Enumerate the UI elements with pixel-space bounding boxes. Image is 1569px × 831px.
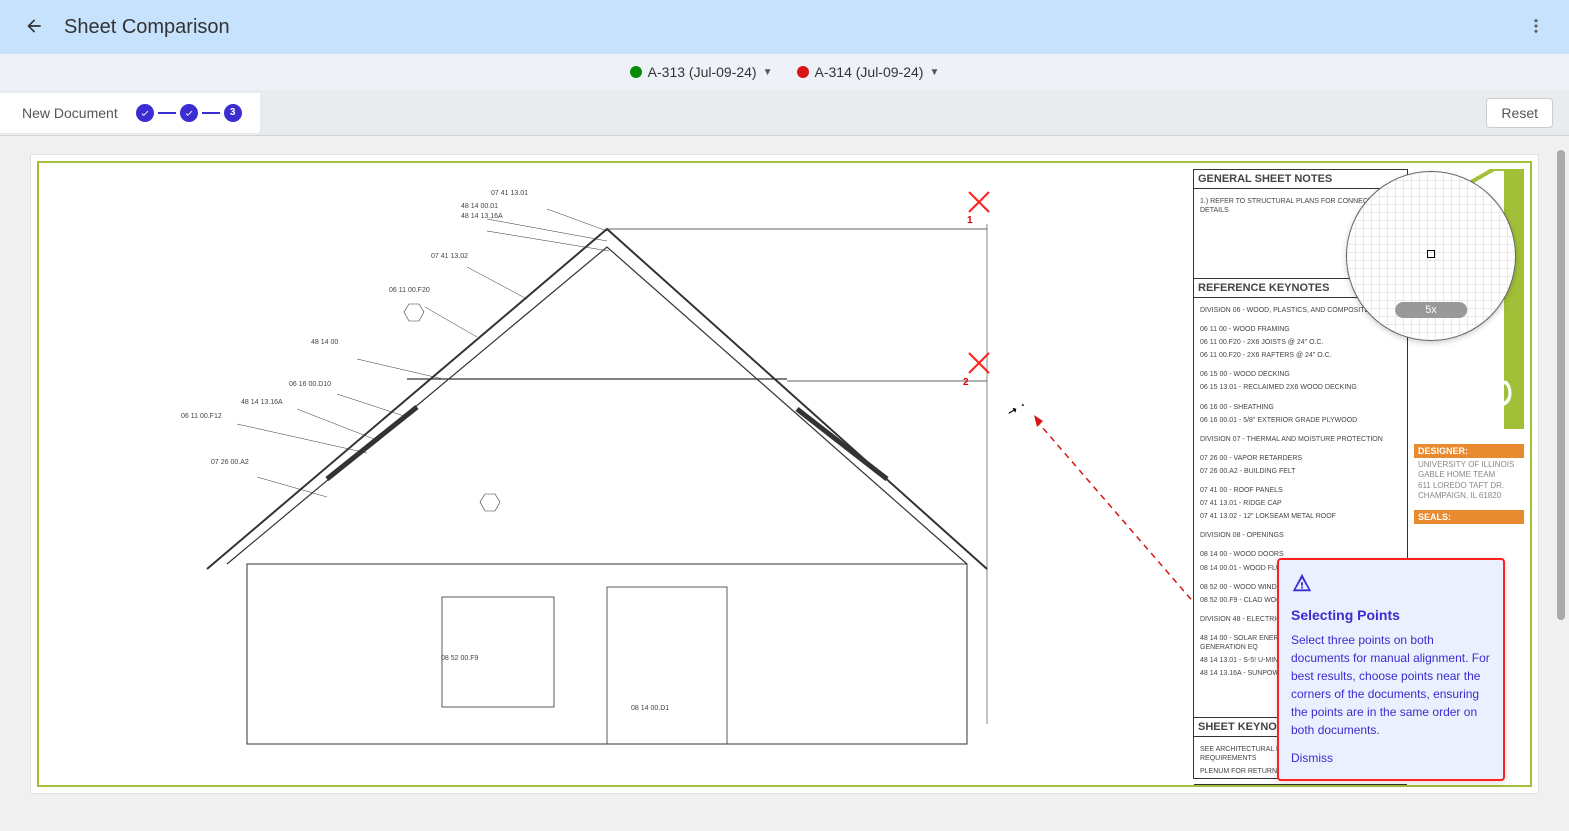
chevron-down-icon: ▼ (763, 67, 773, 78)
callout: 06 16 00.D10 (289, 381, 331, 388)
callout: 08 52 00.F9 (441, 655, 478, 662)
canvas[interactable]: U T S R Q P N M L K J H G F (30, 154, 1539, 794)
document-label: New Document (22, 105, 118, 121)
alignment-point-2[interactable] (967, 351, 991, 375)
dot-icon (630, 66, 642, 78)
back-button[interactable] (16, 8, 52, 47)
callout: 48 14 13.16A (241, 399, 283, 406)
callout: 07 41 13.02 (431, 253, 468, 260)
magnifier[interactable]: 5x (1346, 171, 1516, 341)
pin-icon (1006, 397, 1026, 417)
stepper-connector (158, 112, 176, 114)
callout: 07 26 00.A2 (211, 459, 249, 466)
warning-icon (1291, 572, 1313, 594)
callout: 08 14 00.D1 (631, 705, 669, 712)
callout: 07 41 13.01 (491, 190, 528, 197)
step-indicator: New Document 3 (0, 93, 260, 133)
keynote-line: 07 41 00 - ROOF PANELS (1200, 486, 1401, 495)
svg-text:G: G (1476, 378, 1520, 409)
step-2 (180, 104, 198, 122)
seals-label: SEALS: (1414, 510, 1524, 524)
dot-icon (797, 66, 809, 78)
sheet-a-label: A-313 (Jul-09-24) (648, 64, 757, 80)
callout: 06 11 00.F12 (181, 413, 222, 420)
sheet-b-selector[interactable]: A-314 (Jul-09-24) ▼ (797, 64, 940, 80)
overflow-menu-button[interactable] (1519, 9, 1553, 46)
arrow-left-icon (24, 16, 44, 36)
reset-button[interactable]: Reset (1486, 98, 1553, 128)
header: Sheet Comparison (0, 0, 1569, 54)
keynote-line: 06 16 00.01 - 5/8" EXTERIOR GRADE PLYWOO… (1200, 416, 1401, 425)
zoom-level: 5x (1395, 302, 1467, 318)
toolbar: New Document 3 Reset (0, 90, 1569, 136)
drawing-svg (47, 169, 1087, 779)
dismiss-button[interactable]: Dismiss (1291, 751, 1333, 765)
keynote-line: 07 41 13.02 - 12" LOKSEAM METAL ROOF (1200, 512, 1401, 521)
keynote-line: DIVISION 07 - THERMAL AND MOISTURE PROTE… (1200, 435, 1401, 444)
callout: 48 14 13.16A (461, 213, 503, 220)
check-icon (140, 108, 150, 118)
keynote-line: 07 26 00 - VAPOR RETARDERS (1200, 454, 1401, 463)
point-label-1: 1 (967, 215, 973, 226)
designer-label: DESIGNER: (1414, 444, 1524, 458)
hint-popup: Selecting Points Select three points on … (1277, 558, 1505, 781)
callout: 48 14 00 (311, 339, 338, 346)
callout: 48 14 00.01 (461, 203, 498, 210)
keynote-line: 06 15 00 - WOOD DECKING (1200, 370, 1401, 379)
step-3: 3 (224, 104, 242, 122)
callout: 06 11 00.F20 (389, 287, 430, 294)
stepper-connector (202, 112, 220, 114)
page-title: Sheet Comparison (64, 16, 230, 39)
keynote-line: 06 15 13.01 - RECLAIMED 2X6 WOOD DECKING (1200, 383, 1401, 392)
keynote-line: 07 41 13.01 - RIDGE CAP (1200, 499, 1401, 508)
keynote-line: 06 16 00 - SHEATHING (1200, 403, 1401, 412)
designer-text: UNIVERSITY OF ILLINOIS GABLE HOME TEAM 6… (1414, 458, 1524, 504)
sheet-a-selector[interactable]: A-313 (Jul-09-24) ▼ (630, 64, 773, 80)
keynote-line: 06 11 00.F20 - 2X6 RAFTERS @ 24" O.C. (1200, 351, 1401, 360)
check-icon (184, 108, 194, 118)
chevron-down-icon: ▼ (929, 67, 939, 78)
more-vertical-icon (1527, 17, 1545, 35)
hint-text: Select three points on both documents fo… (1291, 631, 1491, 739)
sheet-b-label: A-314 (Jul-09-24) (815, 64, 924, 80)
sheet-selector-bar: A-313 (Jul-09-24) ▼ A-314 (Jul-09-24) ▼ (0, 54, 1569, 90)
magnifier-crosshair (1427, 250, 1435, 258)
keynote-line: 07 26 00.A2 - BUILDING FELT (1200, 467, 1401, 476)
scrollbar[interactable] (1557, 150, 1565, 620)
keynote-line: DIVISION 08 - OPENINGS (1200, 531, 1401, 540)
point-label-2: 2 (963, 377, 969, 388)
step-1 (136, 104, 154, 122)
hint-title: Selecting Points (1291, 607, 1491, 623)
stepper: 3 (136, 104, 242, 122)
alignment-point-1[interactable] (967, 190, 991, 214)
